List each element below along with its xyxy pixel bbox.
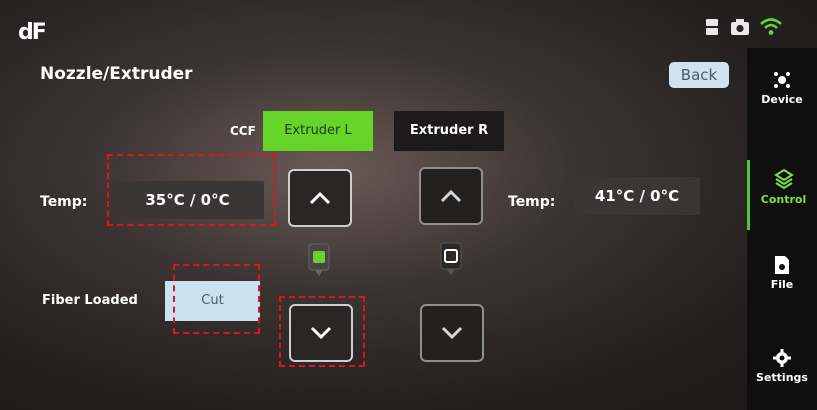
sidebar-item-label: Settings <box>756 371 808 384</box>
sidebar-item-label: Control <box>760 193 807 206</box>
sidebar-item-file[interactable]: File <box>747 255 817 291</box>
wifi-icon <box>760 18 782 40</box>
device-icon <box>774 72 790 88</box>
right-temp-label: Temp: <box>508 194 556 210</box>
gear-icon <box>773 349 791 367</box>
ccf-label: CCF <box>230 124 256 138</box>
sidebar-item-device[interactable]: Device <box>747 70 817 106</box>
right-temp-display: 41°C / 0°C <box>574 177 700 215</box>
cut-highlight-box <box>173 264 260 334</box>
page-title: Nozzle/Extruder <box>40 64 193 84</box>
camera-icon <box>730 18 750 40</box>
sidebar: Device Control File Settings <box>747 48 817 410</box>
storage-icon <box>704 18 720 40</box>
tab-extruder-right[interactable]: Extruder R <box>394 111 504 151</box>
left-up-button[interactable] <box>288 169 352 227</box>
sidebar-item-control[interactable]: Control <box>747 160 817 230</box>
status-bar <box>704 18 782 40</box>
sidebar-item-label: File <box>770 278 794 291</box>
printer-screen: dF Nozzle/Extruder Back CCF Extruder L E… <box>0 0 817 410</box>
left-extruder-indicator <box>308 243 330 277</box>
chevron-up-icon <box>309 191 331 205</box>
left-temp-label: Temp: <box>40 194 88 210</box>
chevron-down-icon <box>441 326 463 340</box>
back-button[interactable]: Back <box>669 62 729 88</box>
sidebar-item-settings[interactable]: Settings <box>747 348 817 384</box>
brand-logo: dF <box>18 20 47 45</box>
down-highlight-box <box>279 296 365 367</box>
right-extruder-indicator <box>440 242 462 276</box>
tab-extruder-left[interactable]: Extruder L <box>263 111 373 151</box>
right-down-button[interactable] <box>420 304 484 362</box>
right-up-button[interactable] <box>419 167 483 225</box>
file-icon <box>775 256 789 274</box>
sidebar-item-label: Device <box>761 93 803 106</box>
control-icon <box>773 168 794 190</box>
chevron-up-icon <box>440 189 462 203</box>
fiber-loaded-label: Fiber Loaded <box>42 293 138 308</box>
temp-highlight-box <box>107 154 276 226</box>
